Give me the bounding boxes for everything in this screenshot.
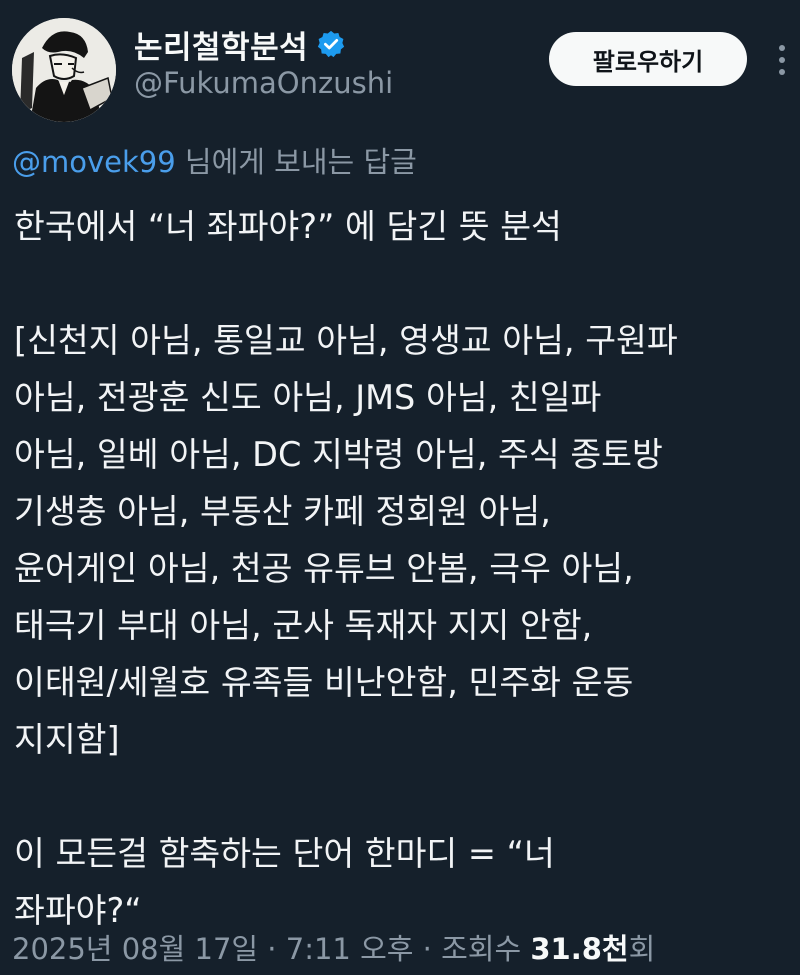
tweet-line: [신천지 아님, 통일교 아님, 영생교 아님, 구원파 — [14, 321, 678, 360]
timestamp[interactable]: 2025년 08월 17일 · 7:11 오후 · 조회수 — [12, 932, 530, 966]
verified-badge-icon — [316, 29, 346, 59]
tweet-line: 한국에서 “너 좌파야?” 에 담긴 뜻 분석 — [14, 207, 562, 246]
view-count-suffix: 회 — [628, 932, 656, 966]
tweet-line: 기생충 아님, 부동산 카페 정회원 아님, — [14, 492, 551, 531]
manga-character-avatar-icon — [12, 18, 116, 122]
author-name-row[interactable]: 논리철학분석 — [134, 22, 346, 66]
reply-suffix: 님에게 보내는 답글 — [175, 145, 417, 179]
tweet-meta: 2025년 08월 17일 · 7:11 오후 · 조회수 31.8천회 — [12, 926, 655, 968]
more-options-icon[interactable] — [764, 40, 800, 80]
display-name[interactable]: 논리철학분석 — [134, 22, 308, 67]
tweet-line: 이태원/세월호 유족들 비난안함, 민주화 운동 — [14, 663, 634, 702]
reply-mention-link[interactable]: @movek99 — [12, 145, 176, 179]
tweet-line: 윤어게인 아님, 천공 유튜브 안봄, 극우 아님, — [14, 549, 634, 588]
follow-button[interactable]: 팔로우하기 — [549, 32, 747, 86]
tweet-line: 아님, 일베 아님, DC 지박령 아님, 주식 종토방 — [14, 435, 663, 474]
tweet-line: 이 모든걸 함축하는 단어 한마디 = “너 — [14, 834, 555, 873]
tweet-text: 한국에서 “너 좌파야?” 에 담긴 뜻 분석 [신천지 아님, 통일교 아님,… — [14, 198, 796, 939]
reply-context: @movek99 님에게 보내는 답글 — [12, 139, 417, 181]
view-count: 31.8천 — [530, 932, 629, 966]
tweet-line: 아님, 전광훈 신도 아님, JMS 아님, 친일파 — [14, 378, 602, 417]
tweet-line: 지지함] — [14, 720, 120, 759]
tweet-line: 태극기 부대 아님, 군사 독재자 지지 안함, — [14, 606, 593, 645]
author-handle[interactable]: @FukumaOnzushi — [134, 66, 393, 100]
avatar[interactable] — [12, 18, 116, 122]
tweet-header: 논리철학분석 @FukumaOnzushi 팔로우하기 — [0, 0, 800, 130]
